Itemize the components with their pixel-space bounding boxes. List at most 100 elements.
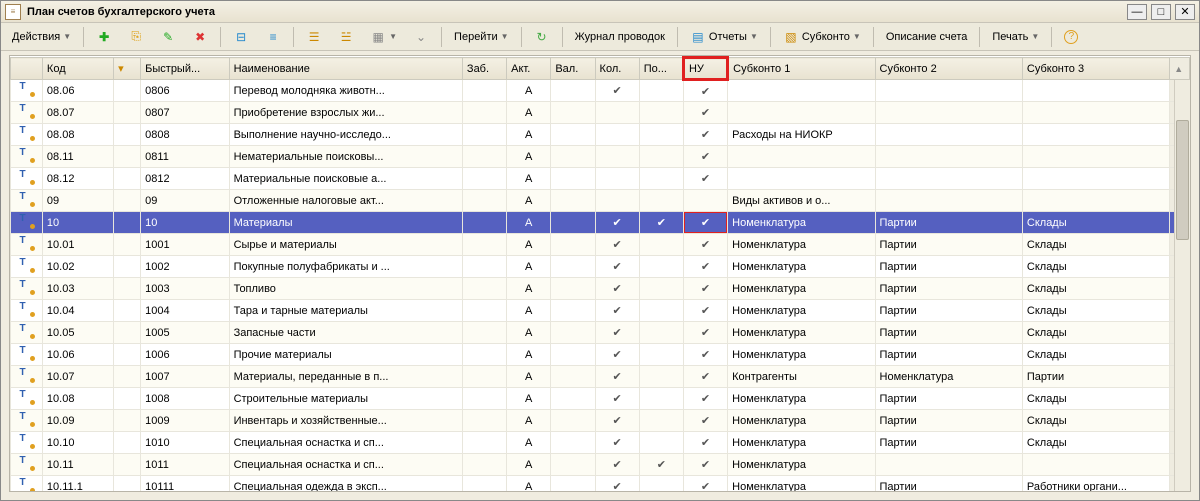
col-nu[interactable]: НУ bbox=[683, 58, 727, 80]
cell-sub3 bbox=[1022, 124, 1169, 146]
table-row[interactable]: 10.051005Запасные частиА✔✔НоменклатураПа… bbox=[11, 322, 1190, 344]
cell-name: Специальная одежда в эксп... bbox=[229, 476, 462, 493]
cell-icon bbox=[11, 366, 43, 388]
filter-button[interactable]: ☰ bbox=[299, 26, 329, 48]
table-row[interactable]: 10.111011Специальная оснастка и сп...А✔✔… bbox=[11, 454, 1190, 476]
list-icon: ≡ bbox=[265, 29, 281, 45]
clear-filter-button[interactable]: ⌄ bbox=[406, 26, 436, 48]
reports-menu[interactable]: ▤ Отчеты ▼ bbox=[683, 26, 765, 48]
separator bbox=[83, 27, 84, 47]
col-sub1[interactable]: Субконто 1 bbox=[728, 58, 875, 80]
table-row[interactable]: 10.061006Прочие материалыА✔✔Номенклатура… bbox=[11, 344, 1190, 366]
table-row[interactable]: 08.110811Нематериальные поисковы...А✔ bbox=[11, 146, 1190, 168]
print-menu[interactable]: Печать ▼ bbox=[985, 26, 1046, 48]
cell-sub3: Склады bbox=[1022, 410, 1169, 432]
cell-sub3: Склады bbox=[1022, 212, 1169, 234]
addcopy-button[interactable]: ⎘ bbox=[121, 26, 151, 48]
table-row[interactable]: 10.101010Специальная оснастка и сп...А✔✔… bbox=[11, 432, 1190, 454]
col-icon[interactable] bbox=[11, 58, 43, 80]
journal-button[interactable]: Журнал проводок bbox=[568, 26, 672, 48]
settings-button[interactable]: ▦▼ bbox=[363, 26, 404, 48]
subkonto-menu[interactable]: ▧ Субконто ▼ bbox=[776, 26, 868, 48]
list-button[interactable]: ≡ bbox=[258, 26, 288, 48]
cell-po bbox=[639, 344, 683, 366]
cell-sub1: Номенклатура bbox=[728, 454, 875, 476]
close-button[interactable]: ✕ bbox=[1175, 4, 1195, 20]
col-sub2[interactable]: Субконто 2 bbox=[875, 58, 1022, 80]
table-row[interactable]: 10.091009Инвентарь и хозяйственные...А✔✔… bbox=[11, 410, 1190, 432]
table-row[interactable]: 10.011001Сырье и материалыА✔✔Номенклатур… bbox=[11, 234, 1190, 256]
cell-sort bbox=[114, 322, 141, 344]
cell-sub2: Партии bbox=[875, 344, 1022, 366]
cell-sub2 bbox=[875, 102, 1022, 124]
scrollbar-thumb[interactable] bbox=[1176, 120, 1189, 240]
table-row[interactable]: 10.11.110111Специальная одежда в эксп...… bbox=[11, 476, 1190, 493]
goto-menu[interactable]: Перейти ▼ bbox=[447, 26, 516, 48]
cell-quick: 1006 bbox=[141, 344, 229, 366]
table-row[interactable]: 1010МатериалыА✔✔✔НоменклатураПартииСклад… bbox=[11, 212, 1190, 234]
cell-zab bbox=[462, 212, 506, 234]
settings-icon: ▦ bbox=[370, 29, 386, 45]
col-po[interactable]: По... bbox=[639, 58, 683, 80]
col-quick[interactable]: Быстрый... bbox=[141, 58, 229, 80]
cell-sort bbox=[114, 410, 141, 432]
actions-menu[interactable]: Действия ▼ bbox=[5, 26, 78, 48]
col-code[interactable]: Код bbox=[42, 58, 113, 80]
cell-code: 08.08 bbox=[42, 124, 113, 146]
minimize-button[interactable]: — bbox=[1127, 4, 1147, 20]
edit-button[interactable]: ✎ bbox=[153, 26, 183, 48]
cell-code: 09 bbox=[42, 190, 113, 212]
cell-icon bbox=[11, 256, 43, 278]
delete-button[interactable]: ✖ bbox=[185, 26, 215, 48]
dropdown-icon: ▼ bbox=[1031, 32, 1039, 41]
refresh-button[interactable]: ↻ bbox=[527, 26, 557, 48]
table-row[interactable]: 10.081008Строительные материалыА✔✔Номенк… bbox=[11, 388, 1190, 410]
cell-name: Специальная оснастка и сп... bbox=[229, 454, 462, 476]
cell-nu: ✔ bbox=[683, 366, 727, 388]
cell-sub1: Расходы на НИОКР bbox=[728, 124, 875, 146]
table-row[interactable]: 10.041004Тара и тарные материалыА✔✔Номен… bbox=[11, 300, 1190, 322]
scroll-up-icon[interactable]: ▲ bbox=[1174, 64, 1183, 74]
table-row[interactable]: 10.021002Покупные полуфабрикаты и ...А✔✔… bbox=[11, 256, 1190, 278]
cell-akt: А bbox=[507, 366, 551, 388]
cell-quick: 0806 bbox=[141, 80, 229, 102]
cell-name: Инвентарь и хозяйственные... bbox=[229, 410, 462, 432]
cell-akt: А bbox=[507, 410, 551, 432]
cell-sub2 bbox=[875, 80, 1022, 102]
table-row[interactable]: 10.071007Материалы, переданные в п...А✔✔… bbox=[11, 366, 1190, 388]
row-type-icon bbox=[19, 148, 33, 162]
cell-sort bbox=[114, 234, 141, 256]
help-button[interactable]: ? bbox=[1057, 26, 1085, 48]
row-type-icon bbox=[19, 368, 33, 382]
descr-button[interactable]: Описание счета bbox=[879, 26, 975, 48]
separator bbox=[293, 27, 294, 47]
maximize-button[interactable]: □ bbox=[1151, 4, 1171, 20]
col-zab[interactable]: Заб. bbox=[462, 58, 506, 80]
cell-zab bbox=[462, 388, 506, 410]
add-button[interactable]: ✚ bbox=[89, 26, 119, 48]
col-kol[interactable]: Кол. bbox=[595, 58, 639, 80]
filter2-button[interactable]: ☱ bbox=[331, 26, 361, 48]
cell-po bbox=[639, 278, 683, 300]
col-sub3[interactable]: Субконто 3 bbox=[1022, 58, 1169, 80]
col-name[interactable]: Наименование bbox=[229, 58, 462, 80]
table-row[interactable]: 0909Отложенные налоговые акт...АВиды акт… bbox=[11, 190, 1190, 212]
vertical-scrollbar[interactable] bbox=[1174, 80, 1190, 491]
cell-code: 10.05 bbox=[42, 322, 113, 344]
cell-sub2 bbox=[875, 146, 1022, 168]
cell-sub2 bbox=[875, 168, 1022, 190]
cell-val bbox=[551, 410, 595, 432]
col-sort[interactable]: ▾ bbox=[114, 58, 141, 80]
col-akt[interactable]: Акт. bbox=[507, 58, 551, 80]
cell-sort bbox=[114, 190, 141, 212]
col-val[interactable]: Вал. bbox=[551, 58, 595, 80]
cell-zab bbox=[462, 80, 506, 102]
table-row[interactable]: 08.070807Приобретение взрослых жи...А✔ bbox=[11, 102, 1190, 124]
accounts-table[interactable]: Код ▾ Быстрый... Наименование Заб. Акт. … bbox=[10, 56, 1190, 492]
table-row[interactable]: 10.031003ТопливоА✔✔НоменклатураПартииСкл… bbox=[11, 278, 1190, 300]
tree-button[interactable]: ⊟ bbox=[226, 26, 256, 48]
cell-kol bbox=[595, 190, 639, 212]
table-row[interactable]: 08.080808Выполнение научно-исследо...А✔Р… bbox=[11, 124, 1190, 146]
table-row[interactable]: 08.060806Перевод молодняка животн...А✔✔ bbox=[11, 80, 1190, 102]
table-row[interactable]: 08.120812Материальные поисковые а...А✔ bbox=[11, 168, 1190, 190]
